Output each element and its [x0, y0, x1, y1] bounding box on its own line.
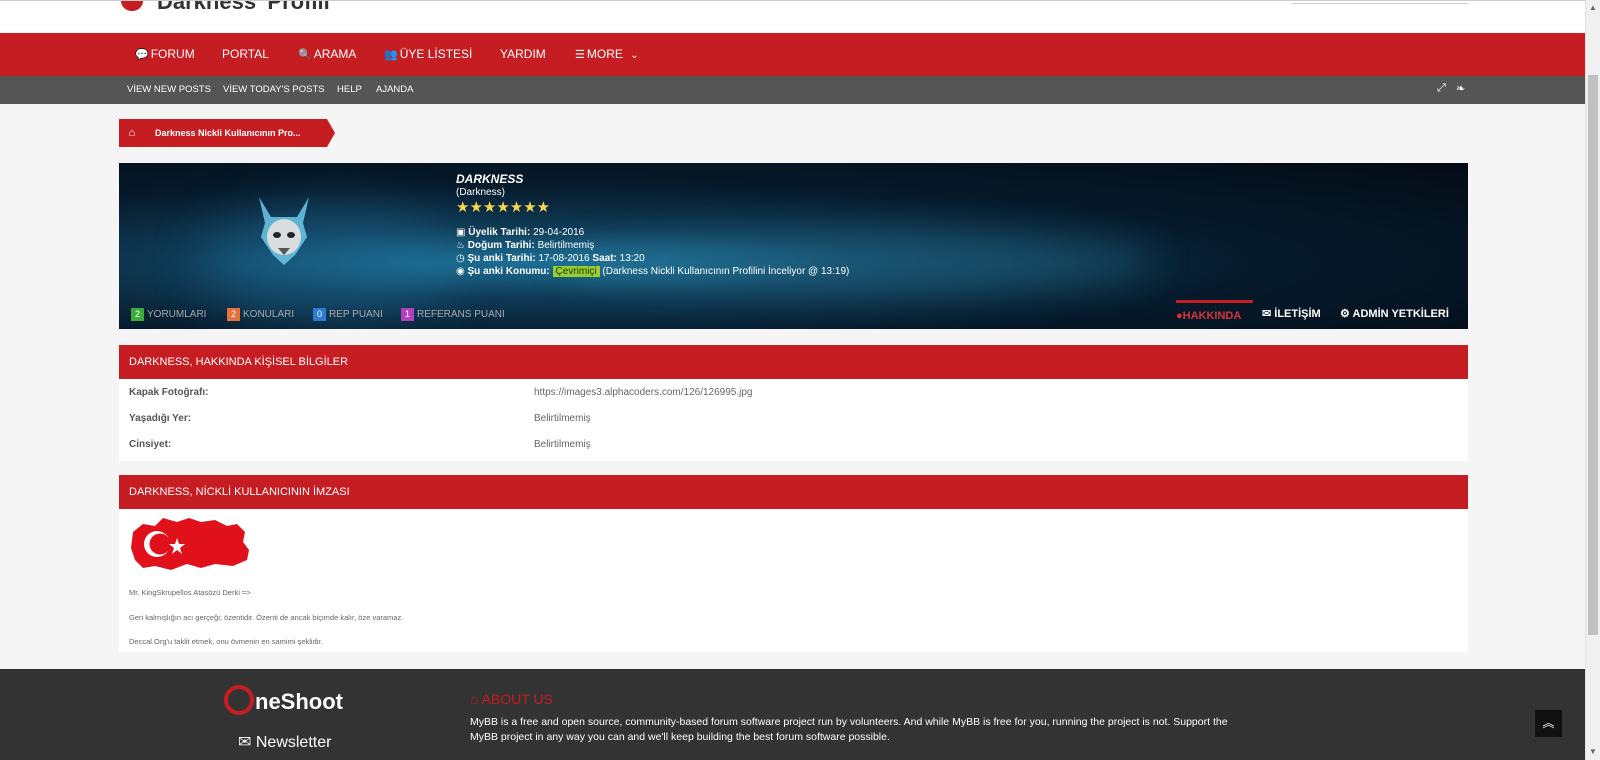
site-title[interactable]: Darkness' Profili [157, 1, 330, 15]
user-icon: ● [1176, 310, 1183, 322]
stat-threads[interactable]: 2 KONULARI [227, 308, 294, 321]
nav-yardim[interactable]: YARDIM [500, 33, 546, 76]
nav-label: ÜYE LİSTESİ [399, 47, 473, 61]
main-navigation: 💬 FORUM PORTAL 🔍 ARAMA 👥 ÜYE LİSTESİ YARDIM… [0, 33, 1585, 76]
signature-line: Mr. KingSkrupellos Atasözü Derki => [129, 588, 251, 597]
footer-logo[interactable]: neShoot [224, 685, 343, 715]
tab-admin[interactable]: ⚙ ADMİN YETKİLERİ [1340, 300, 1449, 329]
clock-icon: ◷ [456, 253, 468, 264]
signature-line: Deccal.Org'u taklit etmek, onu övmenin e… [129, 637, 323, 646]
about-panel-title: DARKNESS, HAKKINDA KİŞİSEL BİLGİLER [119, 345, 1468, 379]
tab-hakkinda[interactable]: ●HAKKINDA [1176, 300, 1253, 329]
nav-label: FORUM [150, 47, 195, 61]
scroll-up-icon[interactable]: ▲ [1589, 3, 1597, 12]
about-us-text: MyBB is a free and open source, communit… [470, 716, 1228, 743]
page-scrollbar[interactable]: ▲ ▼ [1585, 0, 1600, 760]
subnav-ajanda[interactable]: AJANDA [376, 76, 413, 104]
expand-icon[interactable]: ⤢ [1437, 82, 1446, 95]
cake-icon: ♨ [456, 240, 468, 251]
current-location: ◉ Şu anki Konumu: Çevrimiçi (Darkness Ni… [456, 266, 850, 277]
avatar [259, 197, 309, 265]
about-us-heading: ⌂ ABOUT US [470, 691, 553, 707]
scroll-to-top-button[interactable]: ︽ [1535, 710, 1562, 737]
stat-referrals[interactable]: 1 REFERANS PUANI [401, 308, 505, 321]
birthday: ♨ Doğum Tarihi: Belirtilmemiş [456, 240, 595, 251]
info-row: Cinsiyet: Belirtilmemiş [129, 439, 591, 450]
top-header: Darkness' Profili [0, 0, 1585, 33]
envelope-icon: ✉ [1262, 308, 1272, 320]
signature-panel: DARKNESS, NİCKLİ KULLANICININ İMZASI Mr.… [119, 475, 1468, 652]
comments-icon: 💬 [135, 49, 149, 61]
home-icon: ⌂ [470, 691, 479, 707]
stat-posts[interactable]: 2 YORUMLARI [131, 308, 206, 321]
users-icon: 👥 [384, 49, 398, 61]
nav-member-list[interactable]: 👥 ÜYE LİSTESİ [384, 33, 472, 76]
calendar-icon: ▣ [456, 227, 469, 238]
profile-username: DARKNESS [456, 172, 524, 186]
nav-portal[interactable]: PORTAL [222, 33, 269, 76]
leaf-icon[interactable]: ❧ [1456, 82, 1465, 95]
nav-label: ARAMA [313, 47, 357, 61]
eye-icon: ◉ [456, 266, 468, 277]
member-since: ▣ Üyelik Tarihi: 29-04-2016 [456, 227, 585, 238]
breadcrumb-current[interactable]: Darkness Nickli Kullanıcının Pro... [145, 119, 327, 147]
info-row: Yaşadığı Yer: Belirtilmemiş [129, 413, 591, 424]
star-rating: ★★★★★★★ [456, 199, 551, 216]
stat-reputation[interactable]: 0 REP PUANI [313, 308, 383, 321]
logo-ring-icon [224, 685, 254, 715]
subnav-view-todays-posts[interactable]: VİEW TODAY'S POSTS [223, 76, 325, 104]
tab-iletisim[interactable]: ✉ İLETİŞİM [1262, 300, 1321, 329]
nav-label: PORTAL [222, 47, 269, 61]
cover-glow [559, 233, 1159, 293]
sub-navigation: VİEW NEW POSTS VİEW TODAY'S POSTS HELP A… [0, 76, 1585, 104]
profile-cover: DARKNESS (Darkness) ★★★★★★★ ▣ Üyelik Tar… [119, 163, 1468, 329]
about-panel: DARKNESS, HAKKINDA KİŞİSEL BİLGİLER Kapa… [119, 345, 1468, 461]
breadcrumb-arrow [327, 119, 335, 147]
subnav-help[interactable]: HELP [337, 76, 362, 104]
gear-icon: ⚙ [1340, 308, 1350, 320]
chevron-down-icon: ⌄ [630, 50, 639, 61]
local-time: ◷ Şu anki Tarihi: 17-08-2016 Saat: 13:20 [456, 253, 645, 264]
nav-label: YARDIM [500, 47, 546, 61]
cover-glow [199, 203, 459, 323]
nav-arama[interactable]: 🔍 ARAMA [298, 33, 356, 76]
scroll-down-icon[interactable]: ▼ [1589, 747, 1597, 756]
newsletter-heading: ✉ Newsletter [238, 734, 332, 751]
search-input[interactable] [1292, 3, 1468, 4]
signature-panel-title: DARKNESS, NİCKLİ KULLANICININ İMZASI [119, 475, 1468, 509]
nav-more[interactable]: ☰ MORE ⌄ [575, 33, 639, 76]
nav-label: MORE [586, 47, 623, 61]
subnav-view-new-posts[interactable]: VİEW NEW POSTS [127, 76, 211, 104]
envelope-icon: ✉ [238, 734, 252, 751]
scrollbar-thumb[interactable] [1588, 75, 1598, 635]
home-icon[interactable]: ⌂ [119, 119, 145, 147]
turkey-map-image [131, 518, 249, 570]
profile-display-name: (Darkness) [456, 187, 505, 198]
cover-photo-link[interactable]: https://images3.alphacoders.com/126/1269… [534, 387, 752, 398]
search-icon: 🔍 [298, 49, 312, 61]
status-badge: Çevrimiçi [552, 266, 600, 277]
footer: neShoot ✉ Newsletter ⌂ ABOUT US MyBB is … [0, 669, 1585, 760]
menu-icon: ☰ [575, 49, 585, 61]
signature-line: Geri kalmışlığın acı gerçeği; özentidir.… [129, 613, 404, 622]
nav-forum[interactable]: 💬 FORUM [135, 33, 195, 76]
site-logo-icon[interactable] [121, 1, 143, 11]
info-row: Kapak Fotoğrafı: https://images3.alphaco… [129, 387, 753, 398]
